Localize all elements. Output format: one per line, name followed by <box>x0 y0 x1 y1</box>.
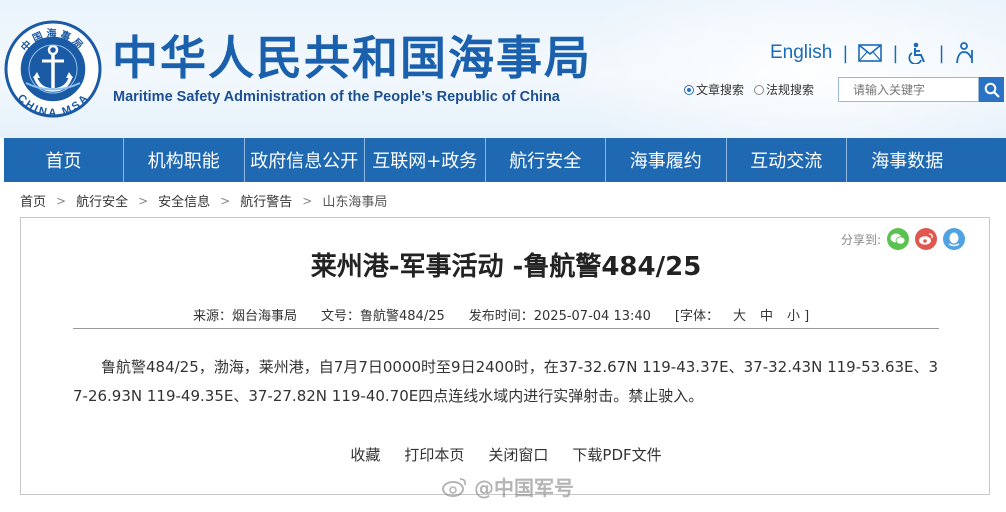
svg-text:CHINA MSA: CHINA MSA <box>15 92 91 118</box>
site-header: 中国海事局 CHINA MSA 中华人民共和国海事局 Maritime Safe… <box>0 0 1006 138</box>
chevron-right-icon: > <box>56 193 67 208</box>
nav-item-compliance[interactable]: 海事履约 <box>606 138 727 182</box>
logo-cn-text: 中国海事局 <box>18 27 84 54</box>
search-option-article[interactable]: 文章搜索 <box>684 81 744 98</box>
english-link[interactable]: English <box>770 42 832 64</box>
breadcrumb-navigation-safety[interactable]: 航行安全 <box>76 191 128 210</box>
divider <box>73 328 939 329</box>
chevron-right-icon: > <box>302 193 313 208</box>
separator: | <box>892 42 899 64</box>
nav-item-internet-services[interactable]: 互联网+政务 <box>365 138 486 182</box>
font-size-medium[interactable]: 中 <box>760 309 773 324</box>
close-window-link[interactable]: 关闭窗口 <box>488 444 548 465</box>
download-pdf-link[interactable]: 下载PDF文件 <box>572 444 661 465</box>
breadcrumb-nav-warning[interactable]: 航行警告 <box>240 191 292 210</box>
nav-item-interaction[interactable]: 互动交流 <box>727 138 847 182</box>
chevron-right-icon: > <box>220 193 231 208</box>
watermark-text: @中国军号 <box>474 476 574 500</box>
weibo-icon <box>442 477 467 497</box>
search-option-article-label: 文章搜索 <box>696 83 745 97</box>
radio-unchecked[interactable] <box>754 85 765 95</box>
nav-item-home[interactable]: 首页 <box>4 138 124 182</box>
accessibility-icon[interactable] <box>908 42 928 64</box>
article-source: 来源：烟台海事局 <box>193 309 298 324</box>
share-label: 分享到: <box>841 232 882 247</box>
logo-en-text: CHINA MSA <box>15 92 90 118</box>
main-nav: 首页 机构职能 政府信息公开 互联网+政务 航行安全 海事履约 互动交流 海事数… <box>4 138 1006 182</box>
search-option-law[interactable]: 法规搜索 <box>754 81 814 98</box>
nav-item-navigation-safety[interactable]: 航行安全 <box>486 138 606 182</box>
svg-text:中国海事局: 中国海事局 <box>18 27 87 54</box>
chevron-right-icon: > <box>138 193 149 208</box>
article-title: 莱州港-军事活动 -鲁航警484/25 <box>310 252 702 282</box>
article-publish-time: 发布时间：2025-07-04 13:40 <box>468 309 651 324</box>
breadcrumb-shandong-msa[interactable]: 山东海事局 <box>322 191 387 210</box>
search-icon <box>984 82 1000 98</box>
article-actions: 收藏 打印本页 关闭窗口 下载PDF文件 <box>21 444 991 465</box>
radio-checked[interactable] <box>684 85 694 95</box>
breadcrumb: 首页 > 航行安全 > 安全信息 > 航行警告 > 山东海事局 <box>20 191 387 211</box>
font-size-selector: [字体： 大中小 ] <box>675 305 809 324</box>
search-button[interactable] <box>979 77 1004 102</box>
weibo-watermark: @中国军号 <box>442 472 574 501</box>
article-body: 鲁航警484/25，渤海，莱州港，自7月7日0000时至9日2400时，在37-… <box>73 358 939 405</box>
elderly-mode-icon[interactable] <box>955 42 975 64</box>
mail-icon[interactable] <box>858 44 883 62</box>
print-link[interactable]: 打印本页 <box>404 444 464 465</box>
site-title-en: Maritime Safety Administration of the Pe… <box>113 89 560 105</box>
site-title-cn: 中华人民共和国海事局 <box>112 31 592 85</box>
nav-item-gov-info[interactable]: 政府信息公开 <box>245 138 365 182</box>
top-links: English | | | <box>770 40 975 66</box>
search-option-law-label: 法规搜索 <box>766 83 815 97</box>
favorite-link[interactable]: 收藏 <box>350 444 380 465</box>
font-size-label: [字体： <box>674 309 719 324</box>
article-doc-no: 文号：鲁航警484/25 <box>321 309 445 324</box>
breadcrumb-safety-info[interactable]: 安全信息 <box>158 191 210 210</box>
search-options: 文章搜索 法规搜索 <box>684 81 814 98</box>
separator: | <box>938 42 945 64</box>
separator: | <box>842 42 849 64</box>
breadcrumb-home[interactable]: 首页 <box>20 191 46 210</box>
search-input[interactable] <box>838 77 979 102</box>
font-size-small[interactable]: 小 ] <box>787 309 809 324</box>
article-meta: 来源：烟台海事局 文号：鲁航警484/25 发布时间：2025-07-04 13… <box>193 305 809 324</box>
article-panel: 分享到: 莱州港-军事活动 -鲁航警484/25 来源：烟台海事局 文号：鲁航警… <box>20 217 990 495</box>
nav-item-functions[interactable]: 机构职能 <box>124 138 245 182</box>
font-size-large[interactable]: 大 <box>733 309 746 324</box>
china-msa-logo[interactable]: 中国海事局 CHINA MSA <box>4 20 102 118</box>
nav-item-data[interactable]: 海事数据 <box>847 138 968 182</box>
